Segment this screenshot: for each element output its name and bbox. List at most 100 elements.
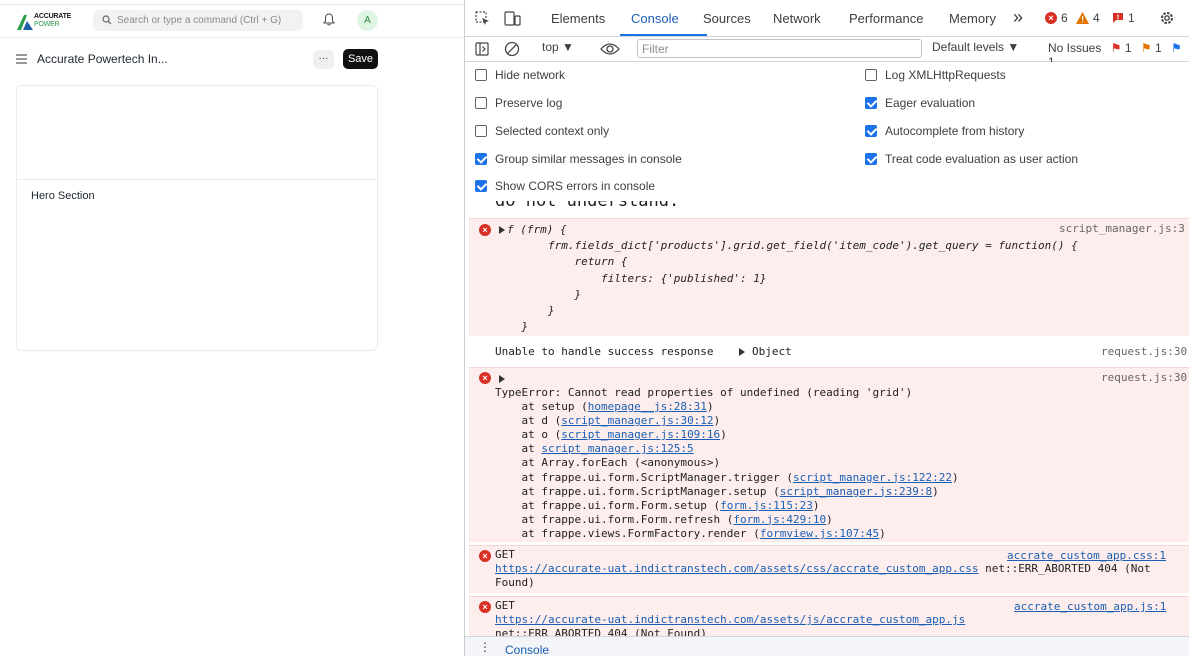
sidebar-toggle-icon[interactable] (475, 42, 489, 56)
stack-frame: at d (script_manager.js:30:12) (495, 414, 720, 428)
stack-frame: at frappe.ui.form.Form.refresh (form.js:… (495, 513, 832, 527)
logo-text-sub: POWER (34, 21, 60, 28)
log-levels-dropdown[interactable]: Default levels ▼ (932, 40, 1019, 54)
request-method: GET (495, 548, 515, 561)
stack-frame-link[interactable]: script_manager.js:125:5 (541, 442, 693, 455)
section-title: Hero Section (31, 190, 95, 202)
expand-triangle-icon[interactable] (499, 375, 505, 383)
stack-frame: at script_manager.js:125:5 (495, 442, 693, 456)
issue-info-flag-icon: ⚑ (1170, 41, 1182, 55)
error-icon: × (479, 224, 491, 236)
stack-frame-link[interactable]: homepage__js:28:31 (588, 400, 707, 413)
source-link[interactable]: request.js:30 (1101, 371, 1187, 384)
search-bar[interactable] (93, 10, 303, 31)
console-error-message: × request.js:30 TypeError: Cannot read p… (469, 367, 1189, 542)
device-toolbar-icon[interactable] (504, 11, 521, 26)
tab-sources[interactable]: Sources (703, 11, 751, 26)
stack-frame: at Array.forEach (<anonymous>) (495, 456, 720, 470)
code-line: return { (495, 255, 628, 268)
source-link[interactable]: accrate_custom_app.css:1 (1007, 549, 1166, 562)
stack-frame-link[interactable]: script_manager.js:109:16 (561, 428, 720, 441)
logo-text: ACCURATE POWER (34, 13, 71, 29)
clear-console-icon[interactable] (504, 41, 520, 57)
source-link[interactable]: script_manager.js:3 (1059, 222, 1185, 235)
code-line: } (495, 288, 582, 301)
object-label[interactable]: Object (752, 345, 792, 359)
code-line: } (495, 304, 555, 317)
avatar[interactable]: A (357, 10, 378, 31)
stack-frame-link[interactable]: script_manager.js:30:12 (561, 414, 713, 427)
stack-frame-text: at Array.forEach (<anonymous>) (495, 456, 721, 470)
navbar: ACCURATE POWER A (0, 5, 464, 38)
drawer-tab-console[interactable]: Console (505, 643, 549, 657)
error-icon: × (479, 550, 491, 562)
more-actions-button[interactable]: ··· (313, 50, 334, 69)
setting-label: Treat code evaluation as user action (885, 152, 1079, 166)
request-url-link[interactable]: https://accurate-uat.indictranstech.com/… (495, 613, 965, 627)
checkbox[interactable] (475, 69, 487, 81)
request-error-text: net::ERR_ABORTED 404 (Not (978, 562, 1151, 575)
setting-label: Hide network (495, 68, 566, 82)
stack-frame-text: at d ( (495, 414, 562, 428)
warning-count[interactable]: 4 (1093, 11, 1100, 25)
setting-label: Selected context only (495, 124, 610, 138)
page-title: Accurate Powertech In... (37, 52, 168, 66)
devtools-drawer: ⋮ Console (465, 636, 1189, 657)
save-button[interactable]: Save (343, 49, 378, 69)
source-link[interactable]: request.js:30 (1101, 345, 1187, 358)
stack-frame-text: at setup ( (495, 400, 588, 413)
no-issues-label: No Issues (1048, 41, 1102, 55)
settings-gear-icon[interactable] (1159, 10, 1175, 26)
stack-frame-text: at (495, 442, 542, 456)
stack-frame-text-end: ) (713, 414, 721, 428)
form-card: Hero Section (16, 85, 378, 351)
notification-bell-icon[interactable] (323, 13, 335, 26)
inspect-element-icon[interactable] (475, 11, 490, 26)
logo-text-main: ACCURATE (34, 13, 72, 20)
checkbox[interactable] (865, 97, 877, 109)
checkbox[interactable] (475, 180, 487, 192)
search-input[interactable] (117, 12, 297, 29)
tab-console[interactable]: Console (631, 11, 679, 26)
code-line: f (frm) { (507, 223, 567, 236)
brand-logo[interactable]: ACCURATE POWER (16, 11, 72, 33)
checkbox[interactable] (475, 153, 487, 165)
issues-count-icon[interactable] (1112, 12, 1124, 24)
warning-count-icon[interactable] (1076, 12, 1089, 24)
stack-frame: at setup (homepage__js:28:31) (495, 400, 713, 414)
code-line: } (495, 320, 529, 333)
checkbox[interactable] (475, 97, 487, 109)
stack-frame-link[interactable]: form.js:429:10 (733, 513, 826, 526)
setting-label: Group similar messages in console (495, 152, 682, 166)
expand-triangle-icon[interactable] (499, 226, 505, 234)
context-selector[interactable]: top ▼ (542, 40, 574, 54)
tab-performance[interactable]: Performance (849, 11, 923, 26)
stack-frame-link[interactable]: form.js:115:23 (720, 499, 813, 512)
tab-elements[interactable]: Elements (551, 11, 605, 26)
checkbox[interactable] (475, 125, 487, 137)
checkbox[interactable] (865, 153, 877, 165)
live-expression-eye-icon[interactable] (600, 42, 620, 56)
checkbox[interactable] (865, 125, 877, 137)
issues-count[interactable]: 1 (1128, 11, 1135, 25)
more-tabs-chevron-icon[interactable]: » (1013, 7, 1023, 28)
console-log-message: Unable to handle success response Object… (465, 339, 1189, 367)
error-count[interactable]: 6 (1061, 11, 1068, 25)
drawer-menu-icon[interactable]: ⋮ (479, 640, 491, 654)
checkbox[interactable] (865, 69, 877, 81)
expand-triangle-icon[interactable] (739, 348, 745, 356)
devtools-panel: Elements Console Sources Network Perform… (464, 0, 1189, 657)
request-url-link[interactable]: https://accurate-uat.indictranstech.com/… (495, 562, 978, 575)
stack-frame-text-end: ) (951, 470, 959, 484)
source-link[interactable]: accrate_custom_app.js:1 (1014, 600, 1166, 613)
stack-frame-link[interactable]: script_manager.js:122:22 (793, 471, 952, 484)
tab-network[interactable]: Network (773, 11, 821, 26)
request-line: https://accurate-uat.indictranstech.com/… (495, 562, 1151, 576)
stack-frame-text: at frappe.ui.form.ScriptManager.trigger … (495, 470, 794, 484)
hamburger-menu-icon[interactable] (16, 54, 27, 64)
error-count-icon[interactable]: × (1045, 12, 1057, 24)
tab-memory[interactable]: Memory (949, 11, 996, 26)
stack-frame-link[interactable]: script_manager.js:239:8 (780, 485, 932, 498)
filter-input[interactable] (637, 39, 922, 58)
stack-frame-link[interactable]: formview.js:107:45 (760, 527, 879, 540)
